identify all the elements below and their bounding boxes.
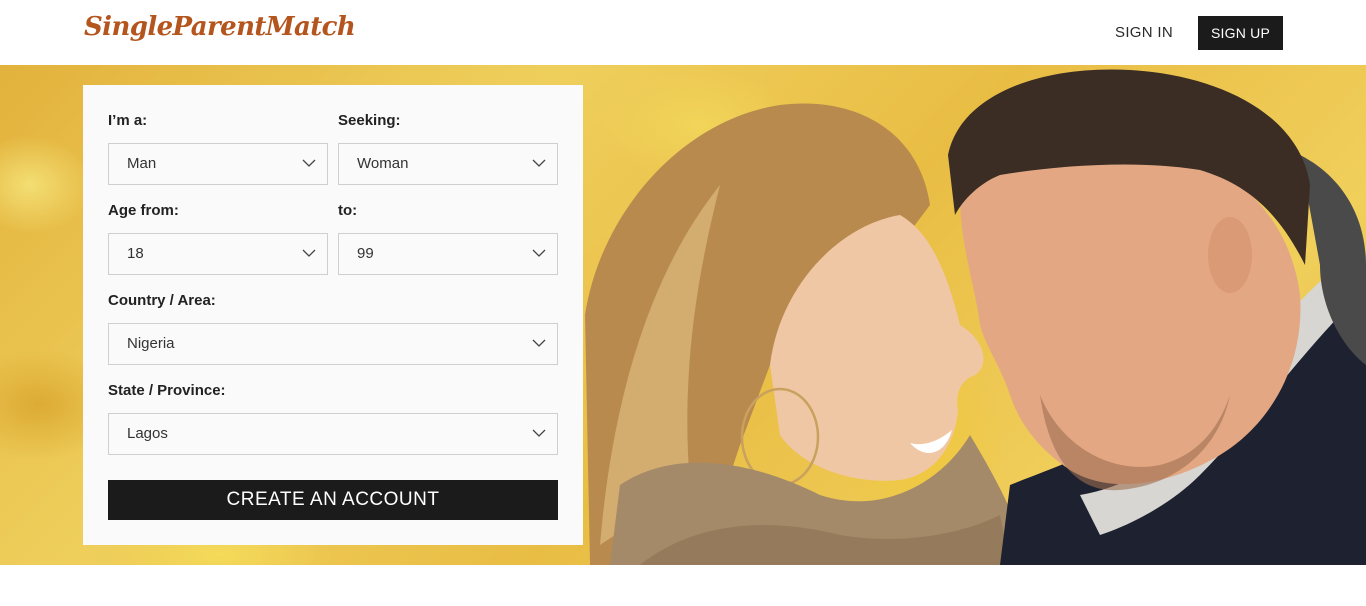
country-select[interactable]: Nigeria: [108, 323, 558, 365]
chevron-down-icon: [532, 159, 546, 167]
chevron-down-icon: [532, 339, 546, 347]
man-ear: [1208, 217, 1252, 293]
state-label: State / Province:: [108, 382, 226, 399]
age-to-value: 99: [357, 245, 374, 262]
age-to-label: to:: [338, 202, 358, 219]
state-value: Lagos: [127, 425, 168, 442]
chevron-down-icon: [532, 429, 546, 437]
im-a-label: I’m a:: [108, 112, 148, 129]
site-logo[interactable]: SingleParentMatch: [84, 12, 356, 42]
sign-up-button[interactable]: SIGN UP: [1198, 16, 1283, 50]
hero-banner: I’m a: Seeking: Man Woman Age from: to: …: [0, 65, 1366, 565]
age-to-select[interactable]: 99: [338, 233, 558, 275]
age-from-select[interactable]: 18: [108, 233, 328, 275]
im-a-select[interactable]: Man: [108, 143, 328, 185]
chevron-down-icon: [302, 249, 316, 257]
country-value: Nigeria: [127, 335, 175, 352]
state-select[interactable]: Lagos: [108, 413, 558, 455]
age-from-label: Age from:: [108, 202, 179, 219]
site-header: SingleParentMatch SIGN IN SIGN UP: [0, 0, 1366, 65]
seeking-label: Seeking:: [338, 112, 401, 129]
chevron-down-icon: [532, 249, 546, 257]
seeking-select[interactable]: Woman: [338, 143, 558, 185]
sign-in-link[interactable]: SIGN IN: [1108, 16, 1180, 49]
country-label: Country / Area:: [108, 292, 216, 309]
im-a-value: Man: [127, 155, 157, 172]
search-form-panel: I’m a: Seeking: Man Woman Age from: to: …: [83, 85, 583, 545]
chevron-down-icon: [302, 159, 316, 167]
seeking-value: Woman: [357, 155, 409, 172]
create-account-button[interactable]: CREATE AN ACCOUNT: [108, 480, 558, 520]
age-from-value: 18: [127, 245, 144, 262]
